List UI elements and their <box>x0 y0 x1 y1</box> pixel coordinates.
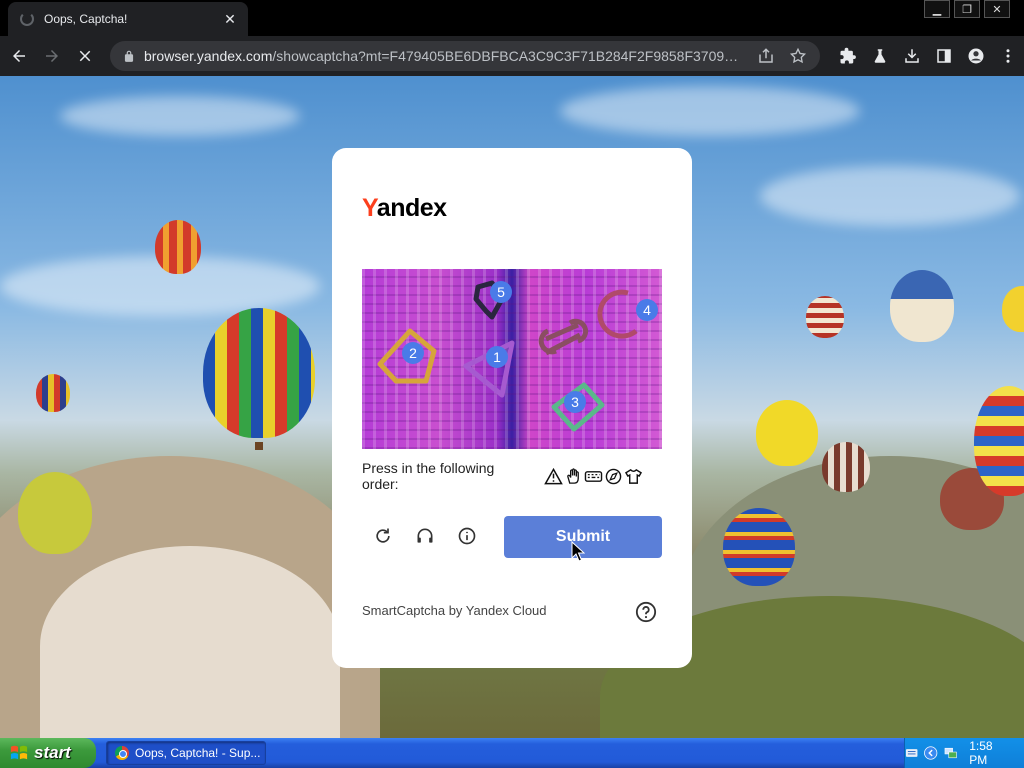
order-badge-2: 2 <box>402 342 424 364</box>
cloud-shape <box>60 96 300 136</box>
balloon-shape <box>890 270 954 342</box>
balloon-shape <box>18 472 92 554</box>
tab-strip: Oops, Captcha! ✕ ▁ ❐ ✕ <box>0 0 1024 36</box>
arrow-left-icon <box>12 50 25 62</box>
restore-button[interactable]: ❐ <box>954 0 980 18</box>
order-badge-5: 5 <box>490 281 512 303</box>
keyboard-icon <box>584 471 603 482</box>
balloon-shape <box>756 400 818 466</box>
kebab-menu-icon[interactable] <box>992 40 1024 72</box>
start-label: start <box>34 743 71 762</box>
help-icon[interactable] <box>635 601 657 623</box>
basket-shape <box>255 442 263 450</box>
keyboard-tray-icon[interactable] <box>905 746 918 760</box>
bookmark-star-icon[interactable] <box>788 46 808 66</box>
headphones-icon <box>417 528 433 543</box>
mouse-cursor-icon <box>571 541 585 562</box>
url-text: browser.yandex.com/showcaptcha?mt=F47940… <box>144 48 744 64</box>
balloon-shape <box>1002 286 1024 332</box>
order-icon-row <box>544 468 643 485</box>
extension-icons <box>832 40 1024 72</box>
captcha-image[interactable]: 1 2 3 4 5 <box>362 269 662 449</box>
window-controls: ▁ ❐ ✕ <box>924 0 1010 18</box>
captcha-footer: SmartCaptcha by Yandex Cloud <box>362 603 547 618</box>
clock: 1:58 PM <box>969 739 993 767</box>
browser-toolbar: browser.yandex.com/showcaptcha?mt=F47940… <box>0 36 1024 76</box>
warning-triangle-icon <box>544 468 563 485</box>
windows-flag-icon <box>10 745 28 760</box>
browser-tab[interactable]: Oops, Captcha! ✕ <box>8 2 248 36</box>
page-viewport: Yandex 1 2 3 4 5 Press in the following … <box>0 76 1024 738</box>
minimize-button[interactable]: ▁ <box>924 0 950 18</box>
close-window-button[interactable]: ✕ <box>984 0 1010 18</box>
order-badge-1: 1 <box>486 346 508 368</box>
balloon-shape <box>806 296 844 338</box>
audio-challenge-button[interactable] <box>412 523 438 549</box>
rock-formation <box>40 546 340 738</box>
taskbar-window-label: Oops, Captcha! - Sup... <box>135 746 261 760</box>
order-badge-4: 4 <box>636 299 658 321</box>
chevron-left-icon[interactable] <box>924 746 938 760</box>
side-panel-icon[interactable] <box>928 40 960 72</box>
at-sign-shape <box>597 289 638 339</box>
tab-title: Oops, Captcha! <box>44 12 128 26</box>
compass-icon <box>605 468 622 485</box>
forward-button[interactable] <box>37 40 66 72</box>
captcha-instruction: Press in the following order: <box>362 460 495 492</box>
share-icon[interactable] <box>756 46 776 66</box>
captcha-card: Yandex 1 2 3 4 5 Press in the following … <box>332 148 692 668</box>
lock-icon <box>124 50 134 62</box>
balloon-shape <box>155 220 201 274</box>
profile-avatar-icon[interactable] <box>960 40 992 72</box>
info-button[interactable] <box>454 523 480 549</box>
url-host: browser.yandex.com <box>143 48 273 64</box>
balloon-shape <box>974 386 1024 496</box>
balloon-shape <box>36 374 70 412</box>
flask-icon[interactable] <box>864 40 896 72</box>
taskbar-window-button[interactable]: Oops, Captcha! - Sup... <box>106 741 266 765</box>
loading-spinner-icon <box>20 12 34 26</box>
download-icon[interactable] <box>896 40 928 72</box>
url-path: /showcaptcha?mt=F479405BE6DBFBCA3C9C3F71… <box>272 48 744 64</box>
back-button[interactable] <box>4 40 33 72</box>
cloud-shape <box>560 86 860 136</box>
cloud-shape <box>760 166 1020 226</box>
network-icon[interactable] <box>944 746 957 760</box>
info-icon <box>458 527 476 545</box>
balloon-shape <box>723 508 795 586</box>
link-shape <box>538 318 589 356</box>
close-icon <box>80 50 91 62</box>
refresh-icon <box>376 528 390 543</box>
arrow-right-icon <box>45 50 58 62</box>
address-bar[interactable]: browser.yandex.com/showcaptcha?mt=F47940… <box>109 41 820 71</box>
tab-close-icon[interactable]: ✕ <box>222 11 238 28</box>
chrome-icon <box>115 746 129 760</box>
hand-icon <box>567 468 579 484</box>
balloon-shape <box>822 442 870 492</box>
system-tray: 1:58 PM <box>904 738 1024 768</box>
start-button[interactable]: start <box>0 738 96 768</box>
yandex-logo: Yandex <box>362 194 447 222</box>
balloon-shape <box>203 308 315 438</box>
taskbar: start Oops, Captcha! - Sup... 1:58 PM <box>0 738 1024 768</box>
stop-loading-button[interactable] <box>71 40 100 72</box>
refresh-button[interactable] <box>370 523 396 549</box>
puzzle-icon[interactable] <box>832 40 864 72</box>
t-shirt-icon <box>624 468 643 484</box>
order-badge-3: 3 <box>564 391 586 413</box>
